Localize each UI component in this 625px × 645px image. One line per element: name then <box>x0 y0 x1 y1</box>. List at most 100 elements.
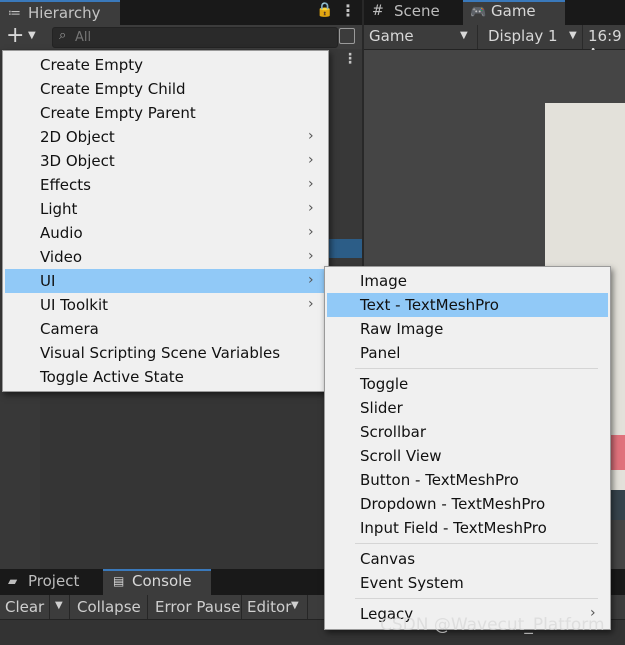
tab-game-label: Game <box>491 2 536 20</box>
clear-options-dropdown[interactable]: ▼ <box>50 595 70 619</box>
lock-icon[interactable]: 🔒 <box>316 2 333 18</box>
panel-menu-icon[interactable]: ⋮ <box>340 1 356 20</box>
aspect-select[interactable]: 16:9 A <box>583 25 625 63</box>
game-mode-select[interactable]: Game ▼ <box>364 25 478 49</box>
tab-scene[interactable]: # Scene <box>364 0 462 25</box>
game-mode-label: Game <box>369 27 414 45</box>
chevron-down-icon: ▼ <box>291 600 299 611</box>
menu-item-image[interactable]: Image <box>327 269 608 293</box>
menu-item-label: Dropdown - TextMeshPro <box>360 495 546 513</box>
clear-button[interactable]: Clear <box>0 595 50 619</box>
menu-item-label: Light <box>40 200 78 218</box>
menu-item-event-system[interactable]: Event System <box>327 571 608 595</box>
menu-item-camera[interactable]: Camera <box>5 317 324 341</box>
menu-item-input-field-textmeshpro[interactable]: Input Field - TextMeshPro <box>327 516 608 540</box>
hierarchy-tabbar: ≔ Hierarchy 🔒 ⋮ <box>0 0 362 25</box>
search-input[interactable] <box>75 29 325 45</box>
menu-item-label: UI Toolkit <box>40 296 109 314</box>
error-pause-label: Error Pause <box>155 598 241 616</box>
menu-separator <box>355 543 598 544</box>
menu-item-button-textmeshpro[interactable]: Button - TextMeshPro <box>327 468 608 492</box>
chevron-right-icon: › <box>308 152 314 168</box>
menu-item-label: Scrollbar <box>360 423 426 441</box>
chevron-right-icon: › <box>308 200 314 216</box>
menu-item-ui[interactable]: UI › <box>5 269 324 293</box>
menu-item-label: 2D Object <box>40 128 115 146</box>
menu-item-video[interactable]: Video › <box>5 245 324 269</box>
menu-item-scrollbar[interactable]: Scrollbar <box>327 420 608 444</box>
editor-label: Editor <box>247 598 292 616</box>
tab-scene-label: Scene <box>394 2 440 20</box>
view-tabbar: # Scene 🎮 Game <box>364 0 625 25</box>
display-select[interactable]: Display 1 ▼ <box>483 25 583 49</box>
menu-item-label: Toggle <box>360 375 409 393</box>
menu-item-label: Scroll View <box>360 447 442 465</box>
game-toolbar: Game ▼ Display 1 ▼ 16:9 A <box>364 25 625 63</box>
editor-dropdown[interactable]: Editor ▼ <box>242 595 308 619</box>
ui-submenu: Image Text - TextMeshPro Raw Image Panel Tog… <box>324 266 611 630</box>
hierarchy-search[interactable]: ⌕ <box>52 27 338 48</box>
menu-item-label: Raw Image <box>360 320 444 338</box>
plus-icon: + <box>6 23 25 48</box>
chevron-down-icon: ▼ <box>55 600 63 611</box>
search-by-type-icon[interactable] <box>339 28 355 44</box>
collapse-button[interactable]: Collapse <box>70 595 148 619</box>
chevron-right-icon: › <box>308 248 314 264</box>
menu-item-raw-image[interactable]: Raw Image <box>327 317 608 341</box>
menu-item-audio[interactable]: Audio › <box>5 221 324 245</box>
menu-item-light[interactable]: Light › <box>5 197 324 221</box>
gamepad-icon: 🎮 <box>470 5 487 20</box>
menu-item-scroll-view[interactable]: Scroll View <box>327 444 608 468</box>
menu-item-panel[interactable]: Panel <box>327 341 608 365</box>
menu-item-3d-object[interactable]: 3D Object › <box>5 149 324 173</box>
chevron-down-icon: ▼ <box>569 30 577 41</box>
menu-item-label: 3D Object <box>40 152 115 170</box>
menu-item-toggle-active-state[interactable]: Toggle Active State <box>5 365 324 389</box>
menu-item-label: Camera <box>40 320 99 338</box>
menu-item-label: Input Field - TextMeshPro <box>360 519 547 537</box>
menu-item-label: Panel <box>360 344 401 362</box>
menu-item-create-empty[interactable]: Create Empty <box>5 53 324 77</box>
folder-icon: ▰ <box>8 574 18 588</box>
menu-item-label: Image <box>360 272 407 290</box>
menu-item-label: Audio <box>40 224 83 242</box>
menu-item-2d-object[interactable]: 2D Object › <box>5 125 324 149</box>
game-element <box>609 435 625 470</box>
menu-item-label: Slider <box>360 399 403 417</box>
menu-item-toggle[interactable]: Toggle <box>327 372 608 396</box>
menu-separator <box>355 368 598 369</box>
menu-item-effects[interactable]: Effects › <box>5 173 324 197</box>
scene-icon: # <box>372 3 384 19</box>
create-context-menu: Create Empty Create Empty Child Create Emp… <box>2 50 329 392</box>
error-pause-button[interactable]: Error Pause <box>148 595 242 619</box>
menu-item-slider[interactable]: Slider <box>327 396 608 420</box>
menu-item-label: Button - TextMeshPro <box>360 471 519 489</box>
chevron-right-icon: › <box>308 224 314 240</box>
chevron-down-icon: ▼ <box>28 30 36 41</box>
tab-project-label: Project <box>28 572 80 590</box>
scene-menu-icon[interactable]: ⋮ <box>343 51 357 67</box>
chevron-right-icon: › <box>308 176 314 192</box>
chevron-right-icon: › <box>308 128 314 144</box>
menu-item-label: UI <box>40 272 56 290</box>
menu-item-ui-toolkit[interactable]: UI Toolkit › <box>5 293 324 317</box>
menu-item-label: Create Empty <box>40 56 143 74</box>
tab-hierarchy[interactable]: ≔ Hierarchy <box>0 0 120 25</box>
chevron-right-icon: › <box>308 272 314 288</box>
menu-item-dropdown-textmeshpro[interactable]: Dropdown - TextMeshPro <box>327 492 608 516</box>
tab-game[interactable]: 🎮 Game <box>463 0 565 25</box>
menu-item-label: Toggle Active State <box>40 368 184 386</box>
collapse-label: Collapse <box>77 598 141 616</box>
tab-console[interactable]: ▤ Console <box>103 569 211 595</box>
menu-item-create-empty-parent[interactable]: Create Empty Parent <box>5 101 324 125</box>
menu-item-create-empty-child[interactable]: Create Empty Child <box>5 77 324 101</box>
menu-item-label: Create Empty Parent <box>40 104 196 122</box>
create-dropdown-button[interactable]: + ▼ <box>4 23 42 48</box>
selected-row[interactable] <box>328 239 362 258</box>
hierarchy-toolbar: + ▼ ⌕ <box>0 23 362 50</box>
menu-item-text-textmeshpro[interactable]: Text - TextMeshPro <box>327 293 608 317</box>
search-icon: ⌕ <box>59 28 67 43</box>
tab-project[interactable]: ▰ Project <box>0 569 102 595</box>
menu-item-visual-scripting-scene-variables[interactable]: Visual Scripting Scene Variables <box>5 341 324 365</box>
menu-item-canvas[interactable]: Canvas <box>327 547 608 571</box>
